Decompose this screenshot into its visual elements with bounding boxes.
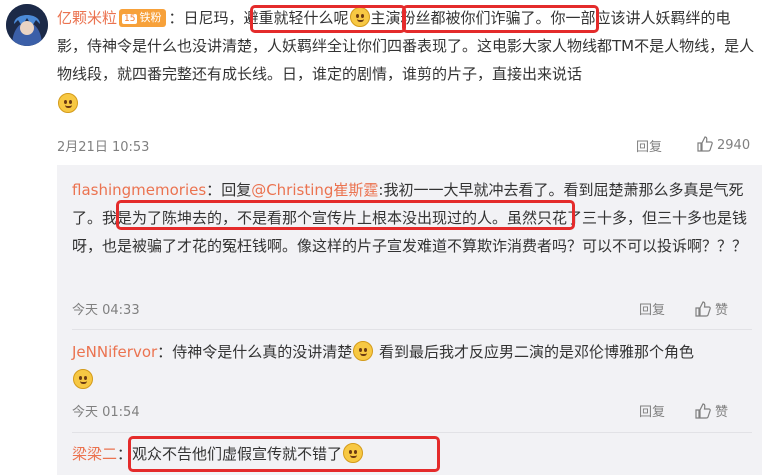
comment-meta: 2月21日 10:53 回复 2940 bbox=[0, 132, 762, 156]
like-button[interactable]: 赞 bbox=[695, 299, 728, 318]
reply-button[interactable]: 回复 bbox=[636, 136, 662, 155]
reply-item: flashingmemories：回复@Christing崔斯霆:我初一一大早就… bbox=[72, 181, 748, 255]
reply-username[interactable]: JeNNifervor bbox=[72, 343, 157, 361]
reply-username[interactable]: 梁梁二 bbox=[72, 445, 117, 463]
comment-highlight-text-2: 主演粉丝都被你们诈骗了 bbox=[370, 9, 536, 27]
smile-emoji-icon bbox=[349, 7, 370, 27]
reply-username[interactable]: flashingmemories bbox=[72, 181, 206, 199]
like-button[interactable]: 2940 bbox=[697, 136, 750, 153]
like-button[interactable]: 赞 bbox=[695, 401, 728, 420]
divider bbox=[72, 432, 752, 433]
reply-highlight-text: 观众不告他们虚假宣传就不错了 bbox=[132, 445, 343, 463]
smile-emoji-icon bbox=[58, 93, 78, 113]
thumbs-up-icon bbox=[697, 136, 713, 152]
comment-text-part: 日尼玛， bbox=[183, 9, 244, 27]
thumbs-up-icon bbox=[695, 301, 711, 317]
reply-highlight-text: 。我是为了陈坤去的，不是看那个宣传片上根本没出现过的人 bbox=[87, 209, 493, 227]
reply-meta: 今天 04:33 回复 赞 bbox=[72, 297, 752, 319]
reply-item: 梁梁二：观众不告他们虚假宣传就不错了 bbox=[72, 440, 752, 468]
divider bbox=[72, 329, 752, 330]
fan-badge[interactable]: 15 铁粉 bbox=[119, 9, 167, 27]
reply-item: JeNNifervor：侍神令是什么真的没讲清楚 看到最后我才反应男二演的是邓伦… bbox=[72, 338, 752, 394]
laugh-emoji-icon bbox=[353, 341, 374, 361]
avatar[interactable] bbox=[6, 4, 48, 46]
mention-link[interactable]: @Christing崔斯霆 bbox=[251, 181, 378, 199]
smile-emoji-icon bbox=[343, 443, 364, 463]
reply-time: 今天 01:54 bbox=[72, 405, 140, 420]
comment-username[interactable]: 亿颗米粒 bbox=[57, 9, 117, 27]
main-comment: 亿颗米粒 15 铁粉 ：日尼玛，避重就轻什么呢 主演粉丝都被你们诈骗了。你一部应该讲人妖… bbox=[57, 4, 757, 118]
smile-emoji-icon bbox=[73, 369, 93, 389]
comment-time: 2月21日 10:53 bbox=[57, 140, 150, 155]
thumbs-up-icon bbox=[695, 403, 711, 419]
reply-button[interactable]: 回复 bbox=[639, 401, 665, 420]
like-count: 2940 bbox=[717, 138, 751, 153]
reply-meta: 今天 01:54 回复 赞 bbox=[72, 399, 752, 421]
reply-time: 今天 04:33 bbox=[72, 303, 140, 318]
reply-button[interactable]: 回复 bbox=[639, 299, 665, 318]
comment-highlight-text: 避重就轻什么呢 bbox=[243, 9, 349, 27]
